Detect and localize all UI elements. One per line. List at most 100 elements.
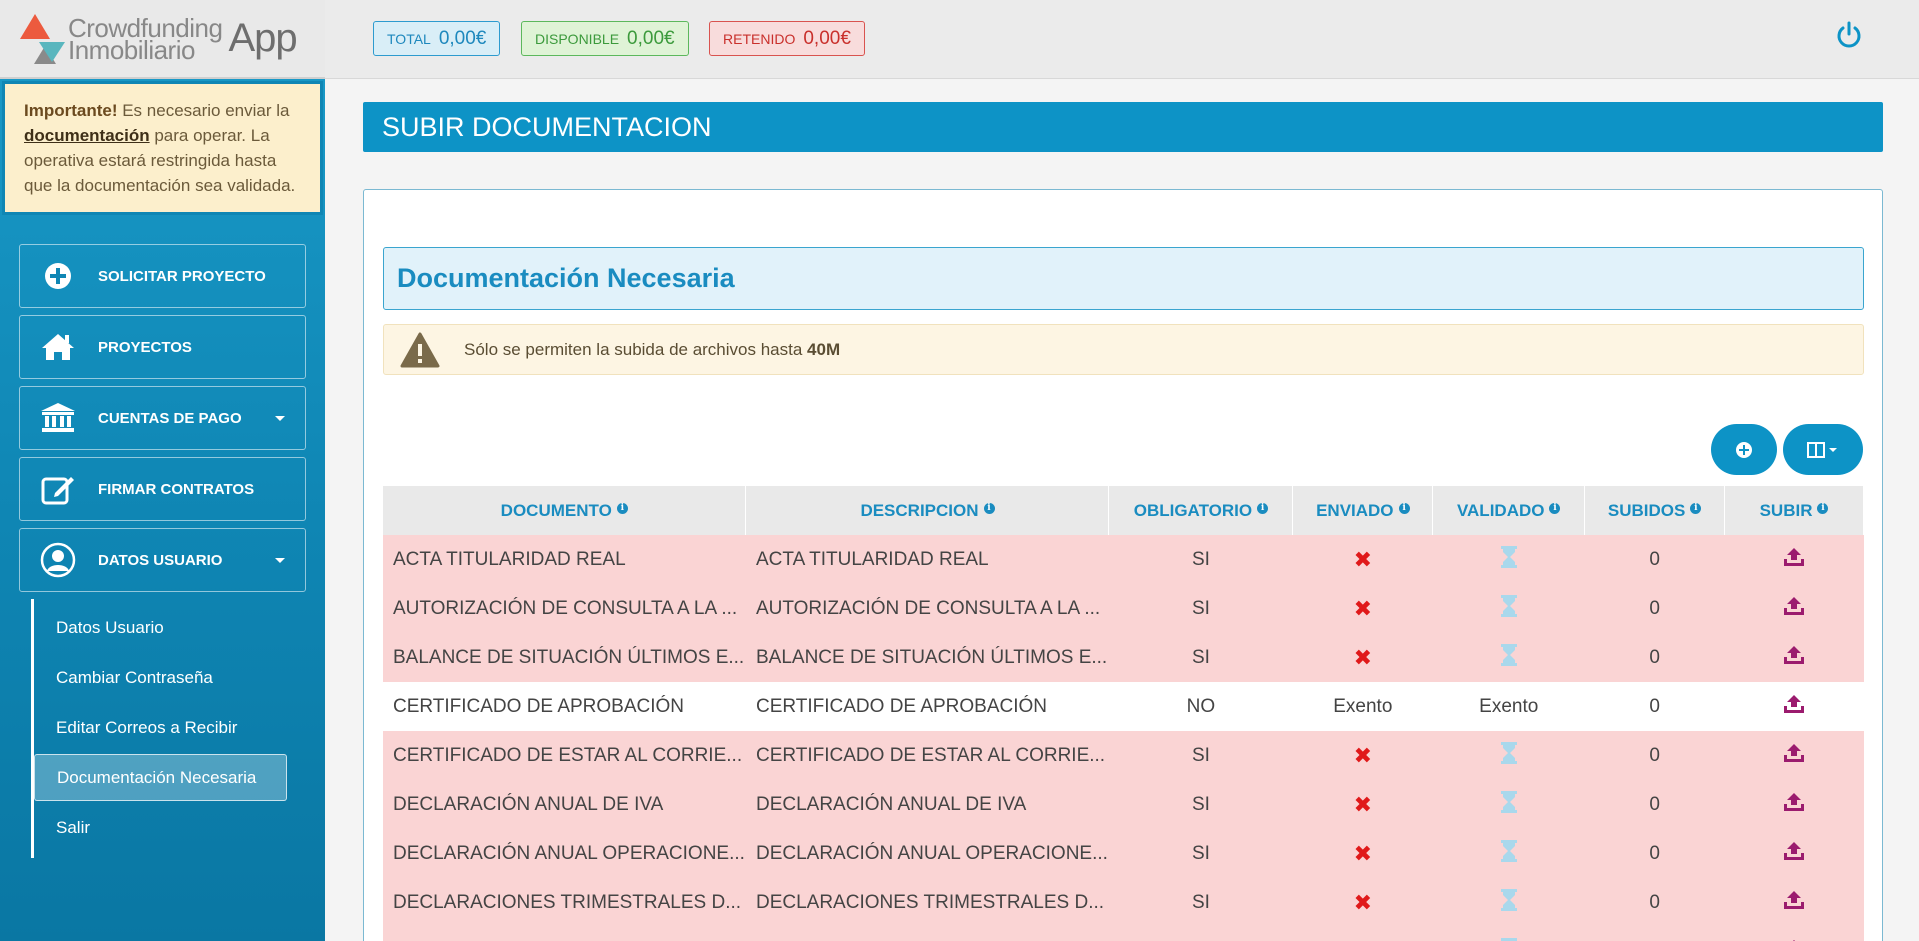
col-subidos[interactable]: SUBIDOS i [1584, 486, 1726, 535]
cell-subir [1724, 927, 1864, 941]
cell-descripcion: AUTORIZACIÓN DE CONSULTA A LA ... [745, 584, 1109, 633]
cell-descripcion: DECLARACIÓN ANUAL DE IVA [745, 780, 1109, 829]
cell-subir [1724, 682, 1864, 731]
cell-documento [383, 927, 746, 941]
cell-subir [1724, 584, 1864, 633]
cell-validado [1432, 731, 1585, 780]
cell-documento: BALANCE DE SITUACIÓN ÚLTIMOS E... [383, 633, 746, 682]
x-mark-icon: ✖ [1353, 791, 1373, 817]
info-icon[interactable]: i [1549, 502, 1561, 514]
edit-icon [40, 471, 76, 507]
cell-obligatorio: SI [1108, 633, 1293, 682]
add-document-button[interactable] [1711, 424, 1777, 475]
table-row: DECLARACIÓN ANUAL OPERACIONE... DECLARACI… [383, 829, 1864, 878]
submenu-item-datos-usuario[interactable]: Datos Usuario [34, 604, 287, 651]
col-subir[interactable]: SUBIR i [1724, 486, 1864, 535]
cell-descripcion [745, 927, 1109, 941]
documents-table: DOCUMENTO i DESCRIPCION i OBLIGATORIO i ENV… [383, 486, 1864, 941]
cell-enviado: ✖ [1292, 829, 1433, 878]
col-validado[interactable]: VALIDADO i [1432, 486, 1586, 535]
cell-obligatorio [1108, 927, 1293, 941]
notice-documentation-link[interactable]: documentación [24, 126, 150, 145]
cell-validado [1432, 780, 1585, 829]
cell-validado: Exento [1432, 682, 1585, 731]
upload-icon[interactable] [1783, 645, 1805, 670]
cell-subir [1724, 878, 1864, 927]
cell-enviado: ✖ [1292, 731, 1433, 780]
x-mark-icon: ✖ [1353, 546, 1373, 572]
table-row: DECLARACIONES TRIMESTRALES D... DECLARACI… [383, 878, 1864, 927]
info-icon[interactable]: i [1257, 502, 1269, 514]
total-balance-badge: TOTAL 0,00€ [373, 21, 501, 56]
menu-label: SOLICITAR PROYECTO [98, 267, 266, 285]
cell-subir [1724, 731, 1864, 780]
cell-validado [1432, 584, 1585, 633]
cell-obligatorio: SI [1108, 780, 1293, 829]
table-header-row: DOCUMENTO i DESCRIPCION i OBLIGATORIO i ENV… [383, 486, 1864, 535]
bank-icon [40, 400, 76, 436]
submenu-item-cambiar-contrasena[interactable]: Cambiar Contraseña [34, 654, 287, 701]
warning-icon [400, 332, 440, 367]
x-mark-icon: ✖ [1353, 840, 1373, 866]
col-enviado[interactable]: ENVIADO i [1292, 486, 1434, 535]
table-row: DECLARACIÓN ANUAL DE IVA DECLARACIÓN ANUA… [383, 780, 1864, 829]
info-icon[interactable]: i [1690, 502, 1702, 514]
disponible-value: 0,00€ [627, 27, 675, 49]
info-icon[interactable]: i [616, 502, 628, 514]
menu-label: FIRMAR CONTRATOS [98, 480, 255, 498]
table-row [383, 927, 1864, 941]
retenido-value: 0,00€ [803, 27, 851, 49]
upload-icon[interactable] [1783, 596, 1805, 621]
menu-label: CUENTAS DE PAGO [98, 409, 242, 427]
logo-text: Crowdfunding Inmobiliario [68, 12, 223, 65]
cell-validado [1432, 535, 1585, 584]
power-icon[interactable] [1834, 20, 1864, 50]
menu-item-firmar-contratos[interactable]: FIRMAR CONTRATOS [19, 457, 306, 521]
x-mark-icon: ✖ [1353, 889, 1373, 915]
upload-icon[interactable] [1783, 890, 1805, 915]
info-icon[interactable]: i [983, 502, 995, 514]
hourglass-icon [1500, 741, 1517, 769]
cell-obligatorio: SI [1108, 829, 1293, 878]
cell-descripcion: DECLARACIONES TRIMESTRALES D... [745, 878, 1109, 927]
menu-item-proyectos[interactable]: PROYECTOS [19, 315, 306, 379]
info-icon[interactable]: i [1398, 502, 1410, 514]
submenu-item-salir[interactable]: Salir [34, 804, 287, 851]
hourglass-icon [1500, 545, 1517, 573]
submenu-item-documentacion-necesaria[interactable]: Documentación Necesaria [34, 754, 287, 801]
menu-item-datos-usuario[interactable]: DATOS USUARIO [19, 528, 306, 592]
upload-size-warning: Sólo se permiten la subida de archivos h… [383, 324, 1864, 375]
submenu-item-editar-correos[interactable]: Editar Correos a Recibir [34, 704, 287, 751]
cell-enviado: ✖ [1292, 584, 1433, 633]
documentation-panel: Documentación Necesaria Sólo se permiten… [363, 189, 1883, 941]
plus-circle-icon [1736, 441, 1752, 458]
cell-subir [1724, 633, 1864, 682]
upload-icon[interactable] [1783, 694, 1805, 719]
cell-obligatorio: SI [1108, 731, 1293, 780]
info-icon[interactable]: i [1817, 502, 1829, 514]
cell-descripcion: ACTA TITULARIDAD REAL [745, 535, 1109, 584]
col-documento[interactable]: DOCUMENTO i [383, 486, 747, 535]
table-row: ACTA TITULARIDAD REAL ACTA TITULARIDAD RE… [383, 535, 1864, 584]
cell-validado [1432, 878, 1585, 927]
menu-item-cuentas-de-pago[interactable]: CUENTAS DE PAGO [19, 386, 306, 450]
app-logo[interactable]: Crowdfunding Inmobiliario App [0, 0, 325, 79]
upload-icon[interactable] [1783, 841, 1805, 866]
upload-icon[interactable] [1783, 743, 1805, 768]
disponible-label: DISPONIBLE [535, 30, 620, 47]
upload-icon[interactable] [1783, 792, 1805, 817]
upload-icon[interactable] [1783, 547, 1805, 572]
hourglass-icon [1500, 594, 1517, 622]
columns-toggle-button[interactable] [1783, 424, 1863, 475]
logo-app-text: App [228, 16, 297, 60]
cell-subidos: 0 [1584, 584, 1725, 633]
cell-documento: CERTIFICADO DE APROBACIÓN [383, 682, 746, 731]
menu-item-solicitar-proyecto[interactable]: SOLICITAR PROYECTO [19, 244, 306, 308]
col-descripcion[interactable]: DESCRIPCION i [745, 486, 1110, 535]
col-obligatorio[interactable]: OBLIGATORIO i [1108, 486, 1294, 535]
table-row: BALANCE DE SITUACIÓN ÚLTIMOS E... BALANCE… [383, 633, 1864, 682]
columns-icon [1807, 441, 1837, 458]
cell-validado [1432, 927, 1585, 941]
cell-subidos [1584, 927, 1725, 941]
cell-subir [1724, 535, 1864, 584]
